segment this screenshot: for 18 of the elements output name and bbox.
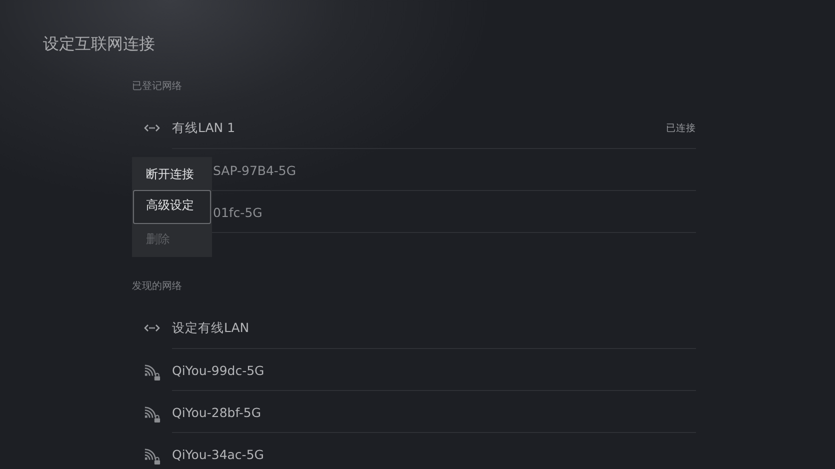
network-name: 01fc-5G — [213, 204, 262, 220]
network-name: QiYou-28bf-5G — [172, 404, 262, 420]
ethernet-icon — [144, 124, 160, 132]
wifi-lock-icon — [144, 448, 160, 464]
ethernet-icon — [144, 324, 160, 332]
network-name: 有线LAN 1 — [172, 120, 236, 136]
menu-item[interactable]: 断开连接 — [133, 159, 211, 190]
network-name: QiYou-99dc-5G — [172, 362, 264, 378]
section-label: 发现的网络 — [132, 280, 183, 294]
page-title: 设定互联网连接 — [43, 34, 155, 55]
wifi-lock-icon — [144, 364, 160, 380]
network-name: SAP-97B4-5G — [213, 162, 296, 178]
section-label: 已登记网络 — [132, 80, 183, 94]
wifi-lock-icon — [144, 406, 160, 422]
network-name: 设定有线LAN — [172, 320, 250, 336]
connection-status: 已连接 — [666, 122, 696, 134]
menu-item[interactable]: 高级设定 — [133, 190, 211, 224]
network-name: QiYou-34ac-5G — [172, 446, 264, 462]
